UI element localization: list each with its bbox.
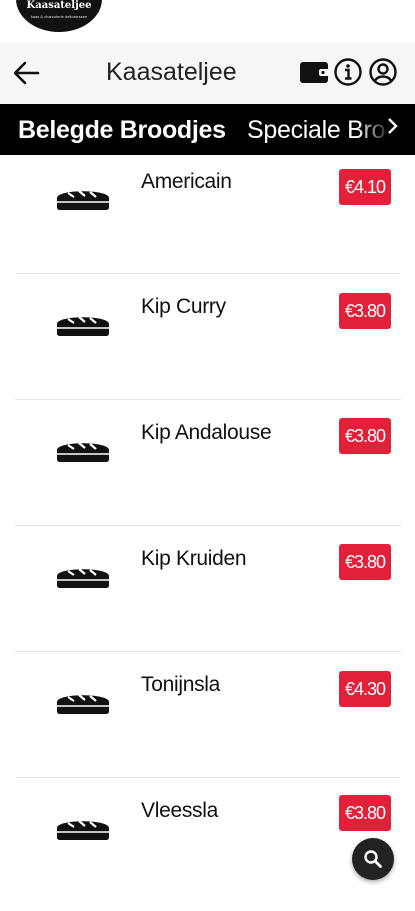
price-badge: €3.80 <box>339 795 391 831</box>
bread-icon <box>56 316 110 336</box>
page-title: Kaasateljee <box>106 58 237 86</box>
price-badge: €4.10 <box>339 169 391 205</box>
info-icon[interactable] <box>333 57 363 87</box>
item-name: Vleessla <box>141 799 218 822</box>
list-item[interactable]: Kip Kruiden €3.80 <box>0 533 415 659</box>
divider <box>15 273 401 274</box>
app-header: Kaasateljee <box>0 42 415 104</box>
price-badge: €3.80 <box>339 544 391 580</box>
item-name: Americain <box>141 170 232 193</box>
list-item[interactable]: Vleessla €3.80 <box>0 785 415 911</box>
store-logo: Kaasateljee kaas & charcuterie delicates… <box>16 0 102 32</box>
bread-icon <box>56 820 110 840</box>
list-item[interactable]: Kip Curry €3.80 <box>0 281 415 407</box>
search-button[interactable] <box>352 838 394 880</box>
category-tabs: Belegde Broodjes Speciale Bro <box>0 104 415 155</box>
logo-name: Kaasateljee <box>26 0 92 11</box>
divider <box>15 525 401 526</box>
divider <box>15 651 401 652</box>
price-badge: €4.30 <box>339 671 391 707</box>
list-item[interactable]: Kip Andalouse €3.80 <box>0 407 415 533</box>
item-name: Kip Andalouse <box>141 421 272 444</box>
search-icon <box>364 850 382 868</box>
price-badge: €3.80 <box>339 293 391 329</box>
bread-icon <box>56 442 110 462</box>
tab-belegde-broodjes[interactable]: Belegde Broodjes <box>18 116 226 145</box>
bread-icon <box>56 568 110 588</box>
logo-tagline: kaas & charcuterie delicatessen <box>30 14 88 19</box>
price-badge: €3.80 <box>339 418 391 454</box>
bread-icon <box>56 190 110 210</box>
back-arrow-icon[interactable] <box>12 60 40 86</box>
product-list: Americain €4.10 Kip Curry €3.80 Kip Anda… <box>0 155 415 900</box>
bread-icon <box>56 694 110 714</box>
list-item[interactable]: Americain €4.10 <box>0 155 415 281</box>
item-name: Kip Kruiden <box>141 547 247 570</box>
account-icon[interactable] <box>368 57 398 87</box>
chevron-right-icon[interactable] <box>386 116 400 136</box>
item-name: Tonijnsla <box>141 673 221 696</box>
item-name: Kip Curry <box>141 295 226 318</box>
wallet-icon[interactable] <box>299 57 329 87</box>
list-item[interactable]: Tonijnsla €4.30 <box>0 659 415 785</box>
top-strip: Kaasateljee kaas & charcuterie delicates… <box>0 0 415 42</box>
divider <box>15 777 401 778</box>
divider <box>15 399 401 400</box>
